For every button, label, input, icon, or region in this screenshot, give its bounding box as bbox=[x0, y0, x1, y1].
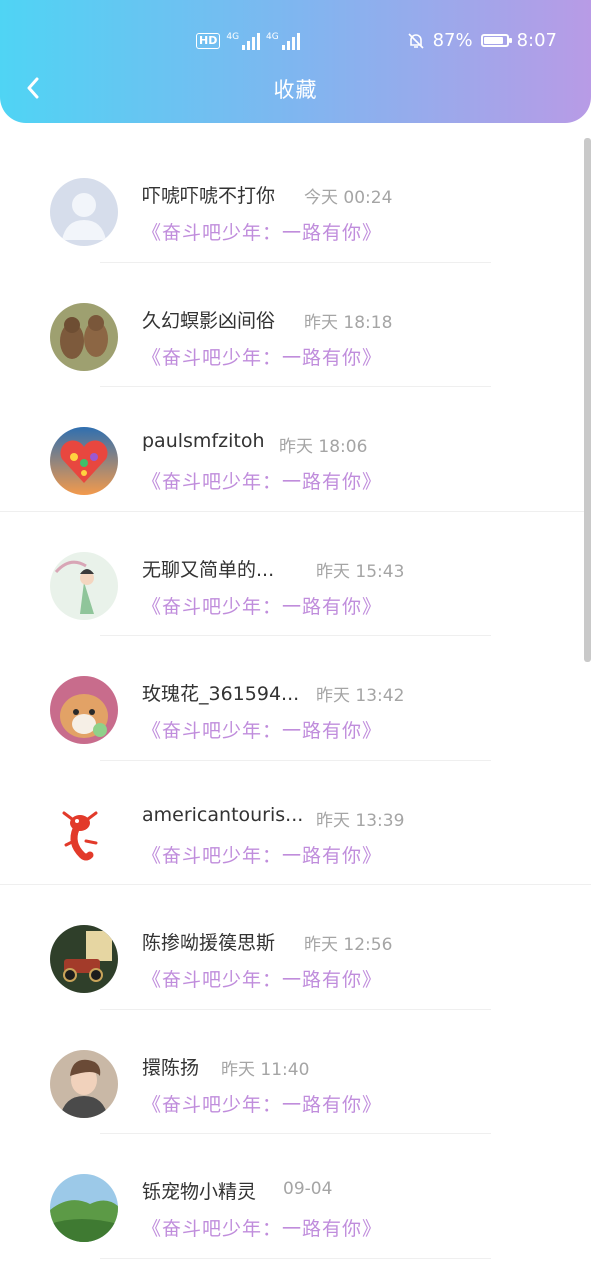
header: HD 4G 4G 87% 8:07 收藏 bbox=[0, 0, 591, 123]
list-item[interactable]: 陈掺呦援篌思斯 昨天 12:56 《奋斗吧少年：一路有你》 bbox=[0, 885, 591, 1010]
battery-percent: 87% bbox=[432, 30, 473, 51]
show-title[interactable]: 《奋斗吧少年：一路有你》 bbox=[142, 716, 382, 743]
user-name: 吓唬吓唬不打你 bbox=[142, 185, 276, 207]
avatar[interactable] bbox=[50, 676, 118, 744]
avatar[interactable] bbox=[50, 1174, 118, 1242]
timestamp: 今天 00:24 bbox=[304, 188, 393, 208]
list-item[interactable]: 久幻螟影凶间俗 昨天 18:18 《奋斗吧少年：一路有你》 bbox=[0, 263, 591, 387]
list-item[interactable]: 擐陈扬 昨天 11:40 《奋斗吧少年：一路有你》 bbox=[0, 1010, 591, 1134]
timestamp: 昨天 13:42 bbox=[316, 686, 405, 706]
user-name: americantouris... bbox=[142, 803, 304, 826]
battery-icon bbox=[480, 34, 512, 47]
list-item[interactable]: 玫瑰花_361594... 昨天 13:42 《奋斗吧少年：一路有你》 bbox=[0, 636, 591, 761]
user-name: 陈掺呦援篌思斯 bbox=[142, 932, 276, 954]
scrollbar[interactable] bbox=[584, 138, 591, 662]
user-name: paulsmfzitoh bbox=[142, 430, 265, 452]
show-title[interactable]: 《奋斗吧少年：一路有你》 bbox=[142, 343, 382, 370]
avatar[interactable] bbox=[50, 925, 118, 993]
list-item[interactable]: 无聊又简单的... 昨天 15:43 《奋斗吧少年：一路有你》 bbox=[0, 512, 591, 636]
user-name: 无聊又简单的... bbox=[142, 558, 275, 581]
show-title[interactable]: 《奋斗吧少年：一路有你》 bbox=[142, 1090, 382, 1117]
avatar[interactable] bbox=[50, 178, 118, 246]
list-item[interactable]: 吓唬吓唬不打你 今天 00:24 《奋斗吧少年：一路有你》 bbox=[0, 138, 591, 263]
list-item[interactable]: paulsmfzitoh 昨天 18:06 《奋斗吧少年：一路有你》 bbox=[0, 387, 591, 512]
mute-bell-icon bbox=[407, 32, 424, 49]
user-name: 铄宠物小精灵 bbox=[142, 1181, 257, 1203]
show-title[interactable]: 《奋斗吧少年：一路有你》 bbox=[142, 841, 382, 868]
page-title: 收藏 bbox=[273, 78, 318, 102]
user-name: 擐陈扬 bbox=[142, 1056, 200, 1079]
hd-icon: HD bbox=[196, 33, 221, 49]
status-bar: HD 4G 4G 87% 8:07 bbox=[0, 30, 591, 58]
show-title[interactable]: 《奋斗吧少年：一路有你》 bbox=[142, 1214, 382, 1241]
avatar[interactable] bbox=[50, 427, 118, 495]
signal-icon-2: 4G bbox=[266, 32, 300, 50]
signal-icon: 4G bbox=[226, 32, 261, 50]
list-item[interactable]: americantouris... 昨天 13:39 《奋斗吧少年：一路有你》 bbox=[0, 761, 591, 885]
favorites-list: 吓唬吓唬不打你 今天 00:24 《奋斗吧少年：一路有你》 久幻螟影凶间俗 昨天… bbox=[0, 138, 591, 1259]
timestamp: 昨天 11:40 bbox=[221, 1059, 310, 1080]
network-type-2: 4G bbox=[266, 32, 279, 42]
timestamp: 昨天 18:06 bbox=[279, 437, 368, 457]
show-title[interactable]: 《奋斗吧少年：一路有你》 bbox=[142, 592, 382, 619]
user-name: 玫瑰花_361594... bbox=[142, 683, 300, 705]
timestamp: 昨天 15:43 bbox=[316, 561, 405, 582]
timestamp: 昨天 13:39 bbox=[316, 810, 405, 831]
network-type: 4G bbox=[226, 32, 240, 42]
list-item[interactable]: 铄宠物小精灵 09-04 《奋斗吧少年：一路有你》 bbox=[0, 1134, 591, 1259]
timestamp: 09-04 bbox=[283, 1179, 333, 1199]
avatar[interactable] bbox=[50, 302, 118, 371]
show-title[interactable]: 《奋斗吧少年：一路有你》 bbox=[142, 467, 382, 494]
show-title[interactable]: 《奋斗吧少年：一路有你》 bbox=[142, 965, 382, 992]
show-title[interactable]: 《奋斗吧少年：一路有你》 bbox=[142, 218, 382, 245]
user-name: 久幻螟影凶间俗 bbox=[142, 309, 276, 332]
timestamp: 昨天 12:56 bbox=[304, 935, 393, 955]
timestamp: 昨天 18:18 bbox=[304, 312, 393, 333]
avatar[interactable] bbox=[50, 1049, 118, 1118]
avatar[interactable] bbox=[50, 800, 118, 869]
avatar[interactable] bbox=[50, 551, 118, 620]
clock: 8:07 bbox=[516, 30, 557, 51]
